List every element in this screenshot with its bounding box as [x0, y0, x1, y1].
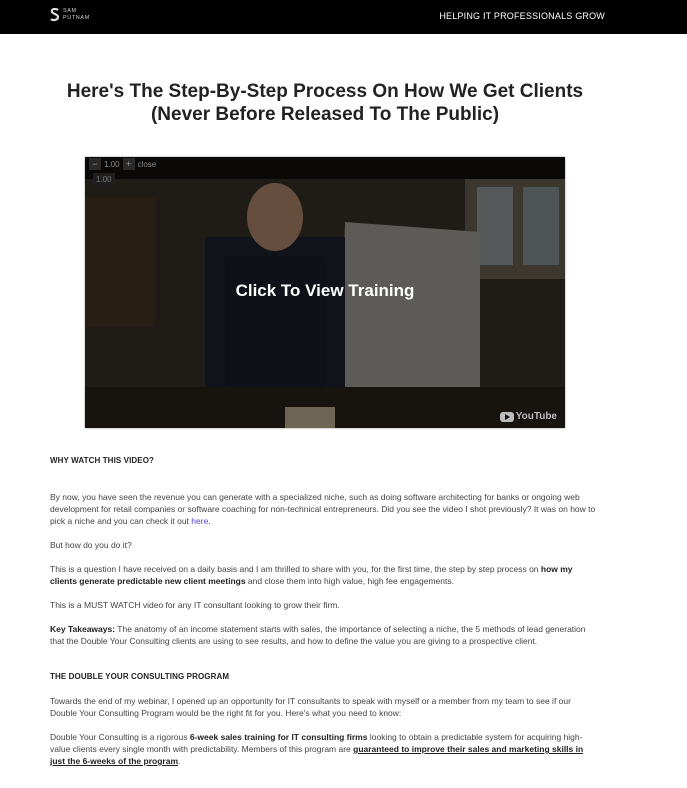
program-paragraph-2: Double Your Consulting is a rigorous 6-w…	[50, 731, 598, 767]
program-heading: THE DOUBLE YOUR CONSULTING PROGRAM	[50, 672, 230, 681]
why-p1-end: .	[208, 516, 211, 526]
program-paragraph-1: Towards the end of my webinar, I opened …	[50, 696, 571, 718]
why-paragraph-3: This is a question I have received on a …	[50, 563, 598, 587]
youtube-play-icon	[499, 411, 514, 422]
speed-increase-button[interactable]: +	[122, 158, 135, 170]
why-p3-text: This is a question I have received on a …	[50, 564, 541, 574]
logo-line1: SAM	[63, 8, 77, 14]
why-watch-heading: WHY WATCH THIS VIDEO?	[50, 456, 155, 465]
key-takeaways-text: The anatomy of an income statement start…	[50, 624, 586, 646]
top-navigation-bar: SAM PUTNAM HELPING IT PROFESSIONALS GROW	[0, 0, 687, 34]
logo-s-icon	[50, 8, 60, 22]
speed-decrease-button[interactable]: −	[89, 158, 101, 170]
video-player[interactable]: − 1.00 + close 1.00 Click To View Traini…	[85, 157, 565, 428]
playback-rate-badge: 1.00	[93, 173, 115, 186]
why-p3-text-end: and close them into high value, high fee…	[245, 576, 454, 586]
site-logo[interactable]: SAM PUTNAM	[50, 8, 110, 26]
article-content: WHY WATCH THIS VIDEO? By now, you have s…	[50, 455, 598, 767]
why-paragraph-2: But how do you do it?	[50, 540, 132, 550]
program-p2-end: .	[178, 756, 181, 766]
why-paragraph-1: By now, you have seen the revenue you ca…	[50, 491, 598, 527]
key-takeaways-paragraph: Key Takeaways: The anatomy of an income …	[50, 623, 598, 647]
logo-text: SAM PUTNAM	[63, 8, 103, 22]
site-tagline: HELPING IT PROFESSIONALS GROW	[439, 11, 605, 21]
view-training-button[interactable]: Click To View Training	[85, 281, 565, 301]
logo-line2: PUTNAM	[63, 15, 90, 21]
close-controls-link[interactable]: close	[138, 160, 157, 169]
why-paragraph-4: This is a MUST WATCH video for any IT co…	[50, 600, 340, 610]
why-p1-text: By now, you have seen the revenue you ca…	[50, 492, 596, 526]
program-p2-bold: 6-week sales training for IT consulting …	[189, 732, 368, 742]
youtube-wordmark: YouTube	[515, 411, 557, 422]
niche-video-link[interactable]: here	[191, 516, 208, 526]
youtube-logo[interactable]: YouTube	[499, 411, 557, 422]
speed-value: 1.00	[104, 159, 120, 169]
program-p2-text: Double Your Consulting is a rigorous	[50, 732, 190, 742]
key-takeaways-label: Key Takeaways:	[50, 624, 116, 634]
page-headline: Here's The Step-By-Step Process On How W…	[66, 81, 584, 125]
speed-controls: − 1.00 + close	[89, 157, 156, 171]
